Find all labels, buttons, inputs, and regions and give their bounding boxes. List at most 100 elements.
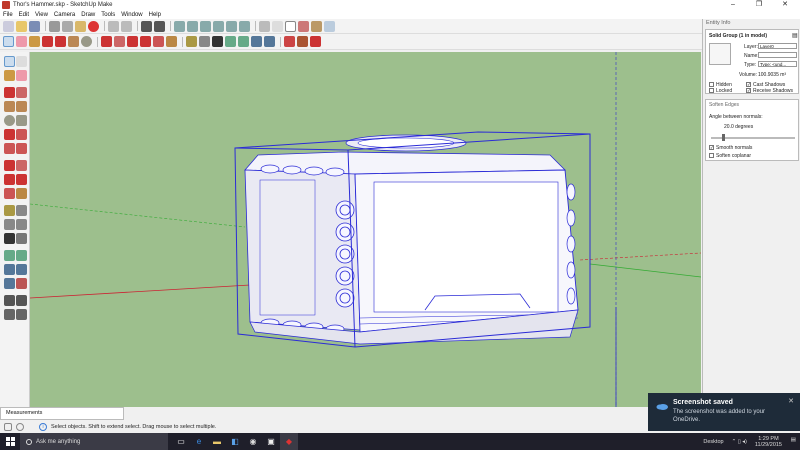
clock[interactable]: 1:29 PM 11/29/2015	[755, 436, 782, 448]
eraser-icon[interactable]	[16, 36, 27, 47]
menu-help[interactable]: Help	[149, 12, 161, 18]
minimize-button[interactable]: –	[722, 0, 744, 10]
iso-view-icon[interactable]	[174, 20, 185, 32]
extension-warehouse-icon[interactable]	[297, 36, 308, 47]
pie-tool-icon[interactable]	[16, 129, 27, 140]
3d-text-tool-icon[interactable]	[16, 233, 27, 244]
zoom-window-icon[interactable]	[16, 264, 27, 275]
menu-camera[interactable]: Camera	[54, 12, 75, 18]
erase-delete-icon[interactable]	[88, 20, 99, 32]
text-icon[interactable]	[199, 36, 210, 47]
material-swatch[interactable]	[709, 43, 731, 65]
paint-bucket-icon[interactable]	[29, 36, 40, 47]
arc-icon[interactable]	[55, 36, 66, 47]
start-button[interactable]	[0, 433, 20, 450]
back-view-icon[interactable]	[226, 20, 237, 32]
offset-tool-icon[interactable]	[16, 188, 27, 199]
open-folder-icon[interactable]	[16, 20, 27, 32]
circle-icon[interactable]	[81, 36, 92, 47]
type-select[interactable]: Type: <und...	[758, 61, 797, 67]
hidden-checkbox[interactable]	[709, 82, 714, 87]
follow-me-tool-icon[interactable]	[16, 174, 27, 185]
rotate-tool-icon[interactable]	[4, 174, 15, 185]
arc-tool-icon[interactable]	[4, 129, 15, 140]
paint-bucket-tool-icon[interactable]	[4, 70, 15, 81]
section-plane-icon[interactable]	[16, 309, 27, 320]
menu-edit[interactable]: Edit	[19, 12, 29, 18]
tray-icons[interactable]: ⌃ ▯ ◂)	[732, 439, 747, 445]
look-around-icon[interactable]	[16, 295, 27, 306]
rectangle-icon[interactable]	[68, 36, 79, 47]
shaded-textures-icon[interactable]	[311, 20, 322, 32]
cut-icon[interactable]	[49, 20, 60, 32]
menu-draw[interactable]: Draw	[81, 12, 95, 18]
push-pull-tool-icon[interactable]	[16, 160, 27, 171]
measurements-box[interactable]: Measurements	[0, 407, 124, 420]
layer-select[interactable]: Layer0	[758, 43, 797, 49]
axes-tool-icon[interactable]	[4, 233, 15, 244]
panel-menu-icon[interactable]: ▤	[792, 32, 798, 39]
axes-icon[interactable]	[212, 36, 223, 47]
rotate-icon[interactable]	[127, 36, 138, 47]
print-icon[interactable]	[141, 20, 152, 32]
dimension-tool-icon[interactable]	[16, 205, 27, 216]
menu-tools[interactable]: Tools	[101, 12, 115, 18]
cast-shadows-checkbox[interactable]: ✓	[746, 82, 751, 87]
menu-view[interactable]: View	[35, 12, 48, 18]
freehand-tool-icon[interactable]	[16, 87, 27, 98]
menu-file[interactable]: File	[3, 12, 13, 18]
maximize-button[interactable]: ❐	[748, 0, 770, 10]
pencil-line-icon[interactable]	[42, 36, 53, 47]
zoom-extents-tool-icon[interactable]	[4, 278, 15, 289]
chrome-icon[interactable]: ◉	[244, 433, 262, 450]
shaded-icon[interactable]	[298, 20, 309, 32]
task-view-icon[interactable]: ▭	[172, 433, 190, 450]
zoom-extents-icon[interactable]	[264, 36, 275, 47]
eraser-tool-icon[interactable]	[16, 70, 27, 81]
model-canvas[interactable]	[30, 52, 701, 407]
paste-icon[interactable]	[75, 20, 86, 32]
select-arrow-icon[interactable]	[3, 36, 14, 47]
new-file-icon[interactable]	[3, 20, 14, 32]
pan-icon[interactable]	[238, 36, 249, 47]
tape-measure-icon[interactable]	[186, 36, 197, 47]
scale-icon[interactable]	[153, 36, 164, 47]
warehouse-icon[interactable]	[284, 36, 295, 47]
smooth-normals-checkbox[interactable]: ✓	[709, 145, 714, 150]
pan-tool-icon[interactable]	[16, 250, 27, 261]
two-point-arc-icon[interactable]	[4, 143, 15, 154]
copy-icon[interactable]	[62, 20, 73, 32]
orbit-tool-icon[interactable]	[4, 250, 15, 261]
model-viewport[interactable]	[30, 52, 701, 407]
model-info-icon[interactable]	[154, 20, 165, 32]
entity-info-header[interactable]: Entity Info	[703, 19, 800, 27]
sketchup-taskbar-icon[interactable]: ◆	[280, 433, 298, 450]
action-center-icon[interactable]: ▤	[791, 437, 796, 443]
move-icon[interactable]	[101, 36, 112, 47]
select-tool-icon[interactable]	[4, 56, 15, 67]
walk-tool-icon[interactable]	[4, 309, 15, 320]
zoom-tool-icon[interactable]	[4, 264, 15, 275]
credits-icon[interactable]	[16, 422, 24, 431]
monochrome-icon[interactable]	[324, 20, 335, 32]
store-icon[interactable]: ◧	[226, 433, 244, 450]
locked-checkbox[interactable]	[709, 88, 714, 93]
rectangle-tool-icon[interactable]	[4, 101, 15, 112]
redo-icon[interactable]	[121, 20, 132, 32]
edge-browser-icon[interactable]: e	[190, 433, 208, 450]
polygon-tool-icon[interactable]	[16, 115, 27, 126]
menu-window[interactable]: Window	[121, 12, 142, 18]
angle-slider-thumb[interactable]	[722, 134, 725, 141]
undo-icon[interactable]	[108, 20, 119, 32]
zoom-icon[interactable]	[251, 36, 262, 47]
position-camera-icon[interactable]	[4, 295, 15, 306]
orbit-icon[interactable]	[225, 36, 236, 47]
top-view-icon[interactable]	[187, 20, 198, 32]
desktop-toolbar-label[interactable]: Desktop	[703, 439, 723, 445]
right-view-icon[interactable]	[213, 20, 224, 32]
text-tool-icon[interactable]	[16, 219, 27, 230]
hidden-line-icon[interactable]	[285, 20, 296, 32]
move-tool-icon[interactable]	[4, 160, 15, 171]
file-explorer-icon[interactable]: ▬	[208, 433, 226, 450]
xray-icon[interactable]	[259, 20, 270, 32]
